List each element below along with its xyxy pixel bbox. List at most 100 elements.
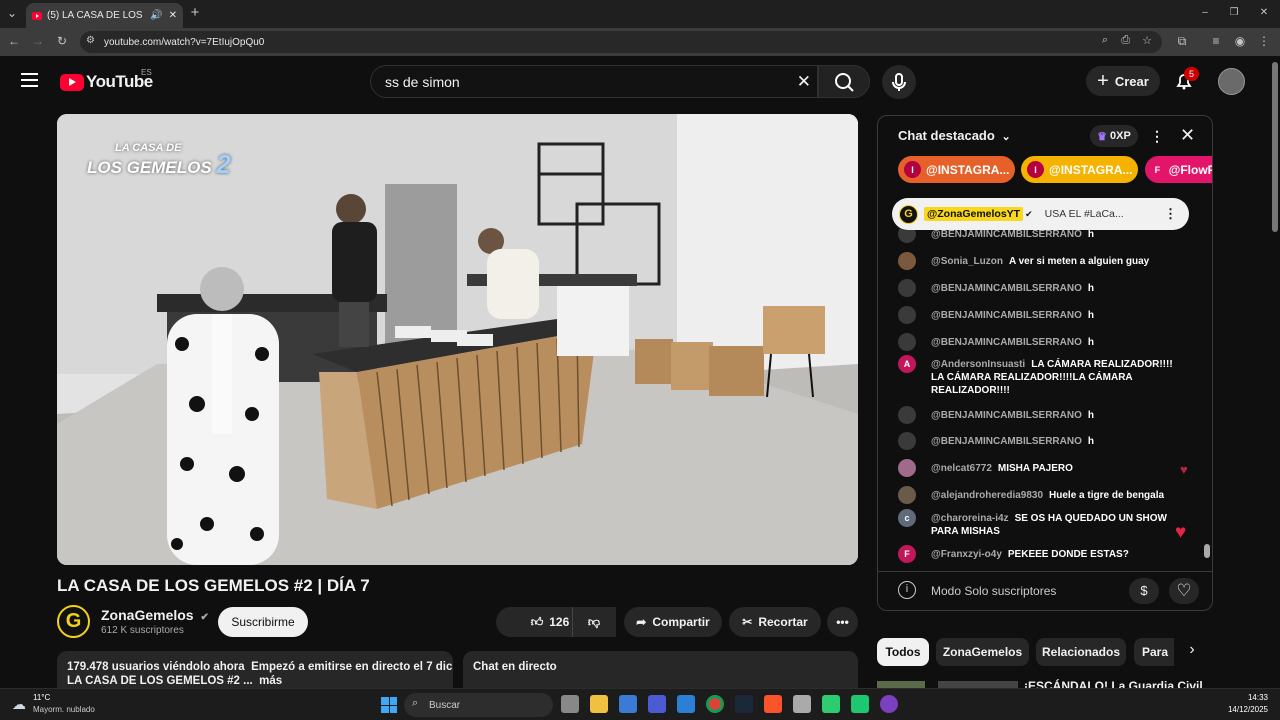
chat-author-avatar[interactable]: c	[898, 509, 916, 527]
chrome-menu-icon[interactable]: ⋮	[1256, 34, 1272, 50]
new-tab-icon[interactable]: +	[187, 5, 203, 22]
chat-mode-dropdown[interactable]: Chat destacado ⌄	[898, 128, 1011, 143]
chat-scrollbar-thumb[interactable]	[1204, 544, 1210, 558]
chat-message[interactable]: @Sonia_Luzon A ver si meten a alguien gua…	[898, 252, 1178, 270]
chat-message[interactable]: F @Franxzyi-o4y PEKEEE DONDE ESTAS?	[898, 545, 1178, 563]
zoom-icon[interactable]: ⌕	[1102, 34, 1108, 47]
restore-icon[interactable]: ❐	[1226, 6, 1242, 22]
chat-author[interactable]: @charoreina-i4z	[931, 513, 1009, 524]
app-icon[interactable]	[648, 695, 666, 713]
minimize-icon[interactable]: –	[1197, 6, 1213, 22]
profile-icon[interactable]: ◉	[1232, 34, 1248, 50]
subscribe-button[interactable]: Suscribirme	[218, 607, 308, 637]
chat-author-avatar[interactable]	[898, 333, 916, 351]
media-control-icon[interactable]: ≡	[1208, 34, 1224, 50]
chat-author[interactable]: @BENJAMINCAMBILSERRANO	[931, 229, 1082, 240]
chip-todos[interactable]: Todos	[877, 638, 929, 666]
ticker-chip[interactable]: I @INSTAGRA...	[898, 156, 1015, 183]
tab-close-icon[interactable]: ✕	[169, 10, 177, 21]
site-info-icon[interactable]: ⚙	[86, 35, 95, 46]
install-icon[interactable]: ⎙	[1121, 34, 1130, 47]
bookmark-star-icon[interactable]: ☆	[1142, 34, 1152, 47]
account-avatar[interactable]	[1218, 68, 1245, 95]
app-icon[interactable]	[677, 695, 695, 713]
chat-message[interactable]: @nelcat6772 MISHA PAJERO	[898, 459, 1178, 477]
chrome-icon[interactable]	[706, 695, 724, 713]
xp-badge[interactable]: ♛ 0XP	[1090, 125, 1138, 147]
app-icon[interactable]	[793, 695, 811, 713]
more-link[interactable]: más	[259, 675, 282, 687]
media-player-icon[interactable]	[880, 695, 898, 713]
chat-author[interactable]: @Franxzyi-o4y	[931, 549, 1002, 560]
info-icon[interactable]: i	[898, 581, 916, 599]
pinned-message[interactable]: G @ZonaGemelosYT ✔ USA EL #LaCa... ⋮	[892, 198, 1189, 230]
heart-icon[interactable]: ♡	[1169, 578, 1199, 604]
chat-author[interactable]: @BENJAMINCAMBILSERRANO	[931, 337, 1082, 348]
page-scrollbar-thumb[interactable]	[1272, 62, 1278, 232]
taskbar-search[interactable]: ⌕ Buscar	[404, 693, 553, 717]
channel-name[interactable]: ZonaGemelos ✔	[101, 607, 209, 623]
dislike-button[interactable]: 👎︎	[572, 607, 615, 637]
chat-message[interactable]: @BENJAMINCAMBILSERRANO h	[898, 225, 1178, 243]
clear-search-icon[interactable]: ✕	[797, 72, 811, 92]
ticker-chip[interactable]: I @INSTAGRA...	[1021, 156, 1138, 183]
chevron-right-icon[interactable]: ›	[1180, 641, 1204, 663]
related-thumbnail[interactable]	[877, 681, 925, 688]
close-chat-icon[interactable]: ✕	[1180, 125, 1195, 146]
url-field[interactable]: ⚙ youtube.com/watch?v=7EtIujOpQu0 ⌕ ⎙ ☆	[80, 31, 1162, 53]
super-chat-icon[interactable]: $	[1129, 578, 1159, 604]
chat-message[interactable]: @BENJAMINCAMBILSERRANO h	[898, 306, 1178, 324]
chat-message[interactable]: @BENJAMINCAMBILSERRANO h	[898, 432, 1178, 450]
notifications-button[interactable]: 5	[1174, 67, 1199, 91]
chat-author[interactable]: @AndersonInsuasti	[931, 359, 1025, 370]
chat-more-icon[interactable]: ⋮	[1150, 128, 1164, 145]
related-video-title[interactable]: ¡ESCÁNDALO! La Guardia Civil	[1024, 679, 1203, 688]
steam-icon[interactable]	[735, 695, 753, 713]
chat-message[interactable]: @BENJAMINCAMBILSERRANO h	[898, 406, 1178, 424]
chip-zonagemelos[interactable]: ZonaGemelos	[936, 638, 1029, 666]
chat-author-avatar[interactable]	[898, 306, 916, 324]
share-button[interactable]: ➦ Compartir	[624, 607, 722, 637]
voice-search-button[interactable]	[882, 65, 916, 99]
chat-author-avatar[interactable]	[898, 279, 916, 297]
chat-author[interactable]: @alejandroheredia9830	[931, 490, 1043, 501]
task-view-icon[interactable]	[561, 695, 579, 713]
extensions-icon[interactable]: ⧉	[1174, 34, 1190, 50]
chat-author[interactable]: @BENJAMINCAMBILSERRANO	[931, 283, 1082, 294]
chat-author-avatar[interactable]	[898, 432, 916, 450]
chat-message[interactable]: @BENJAMINCAMBILSERRANO h	[898, 333, 1178, 351]
chat-author[interactable]: @Sonia_Luzon	[931, 256, 1003, 267]
chat-author[interactable]: @BENJAMINCAMBILSERRANO	[931, 410, 1082, 421]
chat-message[interactable]: @BENJAMINCAMBILSERRANO h	[898, 279, 1178, 297]
youtube-logo[interactable]: YouTube	[60, 72, 153, 92]
chip-relacionados[interactable]: Relacionados	[1036, 638, 1126, 666]
chat-author-avatar[interactable]	[898, 459, 916, 477]
back-icon[interactable]: ←	[6, 34, 22, 50]
tab-list-icon[interactable]: ⌄	[4, 6, 20, 22]
video-player[interactable]: LA CASA DE LOS GEMELOS 2	[57, 114, 858, 565]
chat-author-avatar[interactable]	[898, 406, 916, 424]
chat-author-avatar[interactable]: A	[898, 355, 916, 373]
chat-author-avatar[interactable]	[898, 486, 916, 504]
chat-author-avatar[interactable]	[898, 252, 916, 270]
chat-author[interactable]: @nelcat6772	[931, 463, 992, 474]
chip-para[interactable]: Para	[1134, 638, 1174, 666]
clip-button[interactable]: ✂ Recortar	[729, 607, 821, 637]
store-icon[interactable]	[619, 695, 637, 713]
chat-author[interactable]: @BENJAMINCAMBILSERRANO	[931, 436, 1082, 447]
ticker-chip[interactable]: F @FlowF	[1145, 156, 1212, 183]
windows-start-icon[interactable]	[381, 697, 397, 713]
chat-message[interactable]: @alejandroheredia9830 Huele a tigre de be…	[898, 486, 1178, 504]
notepad-icon[interactable]	[822, 695, 840, 713]
brave-icon[interactable]	[764, 695, 782, 713]
search-button[interactable]	[818, 65, 870, 98]
create-button[interactable]: + Crear	[1086, 66, 1160, 96]
related-thumbnail[interactable]	[938, 681, 1018, 688]
file-explorer-icon[interactable]	[590, 695, 608, 713]
chat-author[interactable]: @BENJAMINCAMBILSERRANO	[931, 310, 1082, 321]
chat-scrollbar[interactable]	[1204, 194, 1210, 562]
chat-message[interactable]: c @charoreina-i4z SE OS HA QUEDADO UN SHOW…	[898, 509, 1178, 538]
chat-author-avatar[interactable]: F	[898, 545, 916, 563]
browser-tab[interactable]: (5) LA CASA DE LOS GEMELOS 🔊 ✕	[26, 3, 183, 28]
app-icon[interactable]	[851, 695, 869, 713]
